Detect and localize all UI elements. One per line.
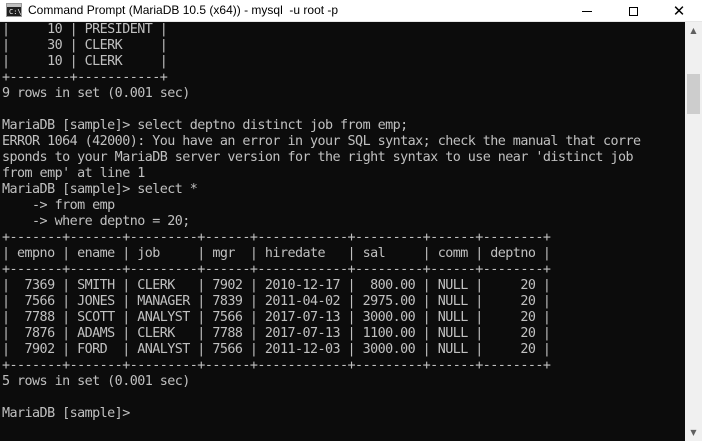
scrollbar-thumb[interactable] (687, 74, 700, 114)
title-bar[interactable]: C:\ Command Prompt (MariaDB 10.5 (x64)) … (0, 0, 702, 22)
console-line: sponds to your MariaDB server version fo… (2, 150, 634, 165)
scroll-up-arrow-icon[interactable]: ▲ (685, 22, 702, 39)
console-line: | 7876 | ADAMS | CLERK | 7788 | 2017-07-… (2, 326, 551, 341)
console-line: MariaDB [sample]> (2, 406, 138, 421)
window-title: Command Prompt (MariaDB 10.5 (x64)) - my… (28, 3, 339, 17)
console-line: -> from emp (2, 198, 115, 213)
minimize-icon (582, 10, 592, 12)
console-line: | 10 | CLERK | (2, 54, 168, 69)
console-line: ERROR 1064 (42000): You have an error in… (2, 134, 641, 149)
close-button[interactable]: ✕ (656, 0, 702, 22)
console-line: -> where deptno = 20; (2, 214, 190, 229)
app-icon-label: C:\ (9, 8, 22, 16)
maximize-icon (628, 6, 638, 16)
console-line: | 7902 | FORD | ANALYST | 7566 | 2011-12… (2, 342, 551, 357)
minimize-button[interactable] (564, 0, 610, 22)
console-line: | 7369 | SMITH | CLERK | 7902 | 2010-12-… (2, 278, 551, 293)
console-output[interactable]: | 10 | PRESIDENT | | 30 | CLERK | | 10 |… (2, 22, 682, 441)
console-line: | 10 | PRESIDENT | (2, 22, 168, 37)
command-prompt-window: C:\ Command Prompt (MariaDB 10.5 (x64)) … (0, 0, 702, 441)
console-line: MariaDB [sample]> select deptno distinct… (2, 118, 408, 133)
console-line: | 30 | CLERK | (2, 38, 168, 53)
console-line: +--------+-----------+ (2, 70, 168, 85)
console-line: +-------+-------+---------+------+------… (2, 230, 551, 245)
console-line: 5 rows in set (0.001 sec) (2, 374, 190, 389)
scroll-down-arrow-icon[interactable]: ▼ (685, 424, 702, 441)
console-line: | 7788 | SCOTT | ANALYST | 7566 | 2017-0… (2, 310, 551, 325)
console-text: | 10 | PRESIDENT | | 30 | CLERK | | 10 |… (2, 22, 682, 422)
maximize-button[interactable] (610, 0, 656, 22)
console-line: MariaDB [sample]> select * (2, 182, 198, 197)
console-line: +-------+-------+---------+------+------… (2, 358, 551, 373)
console-line: | 7566 | JONES | MANAGER | 7839 | 2011-0… (2, 294, 551, 309)
console-line: 9 rows in set (0.001 sec) (2, 86, 190, 101)
console-line: | empno | ename | job | mgr | hiredate |… (2, 246, 551, 261)
console-line: from emp' at line 1 (2, 166, 145, 181)
command-prompt-app-icon[interactable]: C:\ (6, 3, 22, 17)
console-line: +-------+-------+---------+------+------… (2, 262, 551, 277)
vertical-scrollbar[interactable]: ▲ ▼ (685, 22, 702, 441)
close-icon: ✕ (672, 1, 686, 20)
